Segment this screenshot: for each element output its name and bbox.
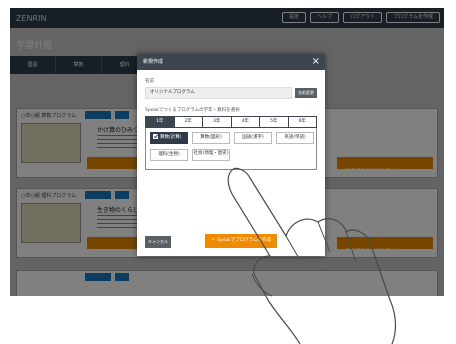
tab-grade-2[interactable]: 2年: [174, 117, 203, 127]
subject-option[interactable]: 理科(生物): [150, 149, 188, 161]
card-action-button[interactable]: このプログラムを使う: [337, 157, 433, 174]
tablet-screen: ZENRIN 設定 ヘルプ ログアウト プログラムを作成 学習計画 国語 算数 …: [10, 8, 444, 296]
name-label: 名前: [145, 79, 154, 84]
card-heading: ○年○組 算数プログラム: [21, 113, 77, 119]
top-button-help[interactable]: ヘルプ: [310, 12, 340, 23]
dialog-body: 名前 オリジナルプログラム 名前変更 Speakでつくるプログラムの学年・教科を…: [137, 70, 325, 170]
top-button-logout[interactable]: ログアウト: [343, 12, 383, 23]
card-tag: [115, 273, 129, 281]
subject-option[interactable]: 英語(単語): [276, 132, 314, 144]
close-icon[interactable]: ×: [312, 56, 320, 68]
tab-2[interactable]: 算数: [56, 56, 102, 74]
top-button-settings[interactable]: 設定: [282, 12, 307, 23]
page-title: 学習計画: [16, 41, 53, 51]
card-action-button[interactable]: このプログラムを使う: [337, 237, 433, 254]
card-tag: [115, 191, 129, 199]
program-card: [16, 270, 438, 296]
subject-grid: 算数(計算) 算数(図形) 国語(漢字) 英語(単語) 理科(生物) 社会(地理…: [150, 132, 314, 161]
change-name-button[interactable]: 名前変更: [295, 88, 317, 98]
dialog-title: 新規作成: [143, 59, 164, 65]
card-action-label: このプログラムを使う: [345, 248, 395, 254]
card-tag: [85, 191, 111, 199]
tab-grade-6[interactable]: 6年: [288, 117, 316, 127]
top-button-create[interactable]: プログラムを作成: [386, 12, 440, 23]
tab-grade-3[interactable]: 3年: [203, 117, 232, 127]
subject-option[interactable]: 算数(図形): [192, 132, 230, 144]
cancel-button[interactable]: キャンセル: [145, 236, 171, 248]
checkbox-checked-icon: [153, 134, 158, 139]
subject-panel: 算数(計算) 算数(図形) 国語(漢字) 英語(単語) 理科(生物) 社会(地理…: [145, 128, 317, 170]
top-button-group: 設定 ヘルプ ログアウト プログラムを作成: [282, 12, 440, 23]
dialog-header: 新規作成 ×: [137, 54, 325, 70]
tab-grade-4[interactable]: 4年: [231, 117, 260, 127]
grade-tabs: 1年 2年 3年 4年 5年 6年: [145, 116, 317, 128]
program-name-field[interactable]: オリジナルプログラム: [145, 87, 292, 99]
app-logo: ZENRIN: [16, 14, 47, 23]
name-row: オリジナルプログラム 名前変更: [145, 87, 317, 99]
app-topbar: ZENRIN 設定 ヘルプ ログアウト プログラムを作成: [10, 8, 444, 28]
card-tag: [85, 111, 111, 119]
card-thumbnail: [21, 203, 81, 243]
dialog-footer: キャンセル ＋ Speakでプログラムを作成: [145, 234, 317, 250]
subject-option[interactable]: 社会(地理・歴史): [192, 149, 230, 161]
tab-grade-5[interactable]: 5年: [260, 117, 289, 127]
grade-subject-label: Speakでつくるプログラムの学年・教科を選択: [145, 108, 240, 113]
card-thumbnail: [21, 123, 81, 163]
card-heading: ○年○組 理科プログラム: [21, 193, 77, 199]
subject-option-selected[interactable]: 算数(計算): [150, 132, 188, 144]
card-action-label: このプログラムを使う: [345, 168, 395, 174]
subject-option[interactable]: 国語(漢字): [234, 132, 272, 144]
create-program-button[interactable]: ＋ Speakでプログラムを作成: [205, 234, 277, 248]
card-tag: [115, 111, 129, 119]
subject-label: 算数(計算): [160, 135, 182, 140]
card-tag: [85, 273, 111, 281]
tab-1[interactable]: 国語: [10, 56, 56, 74]
create-program-dialog: 新規作成 × 名前 オリジナルプログラム 名前変更 Speakでつくるプログラム…: [137, 54, 325, 256]
tab-grade-1[interactable]: 1年: [146, 117, 175, 127]
create-button-label: Speakでプログラムを作成: [216, 238, 272, 243]
